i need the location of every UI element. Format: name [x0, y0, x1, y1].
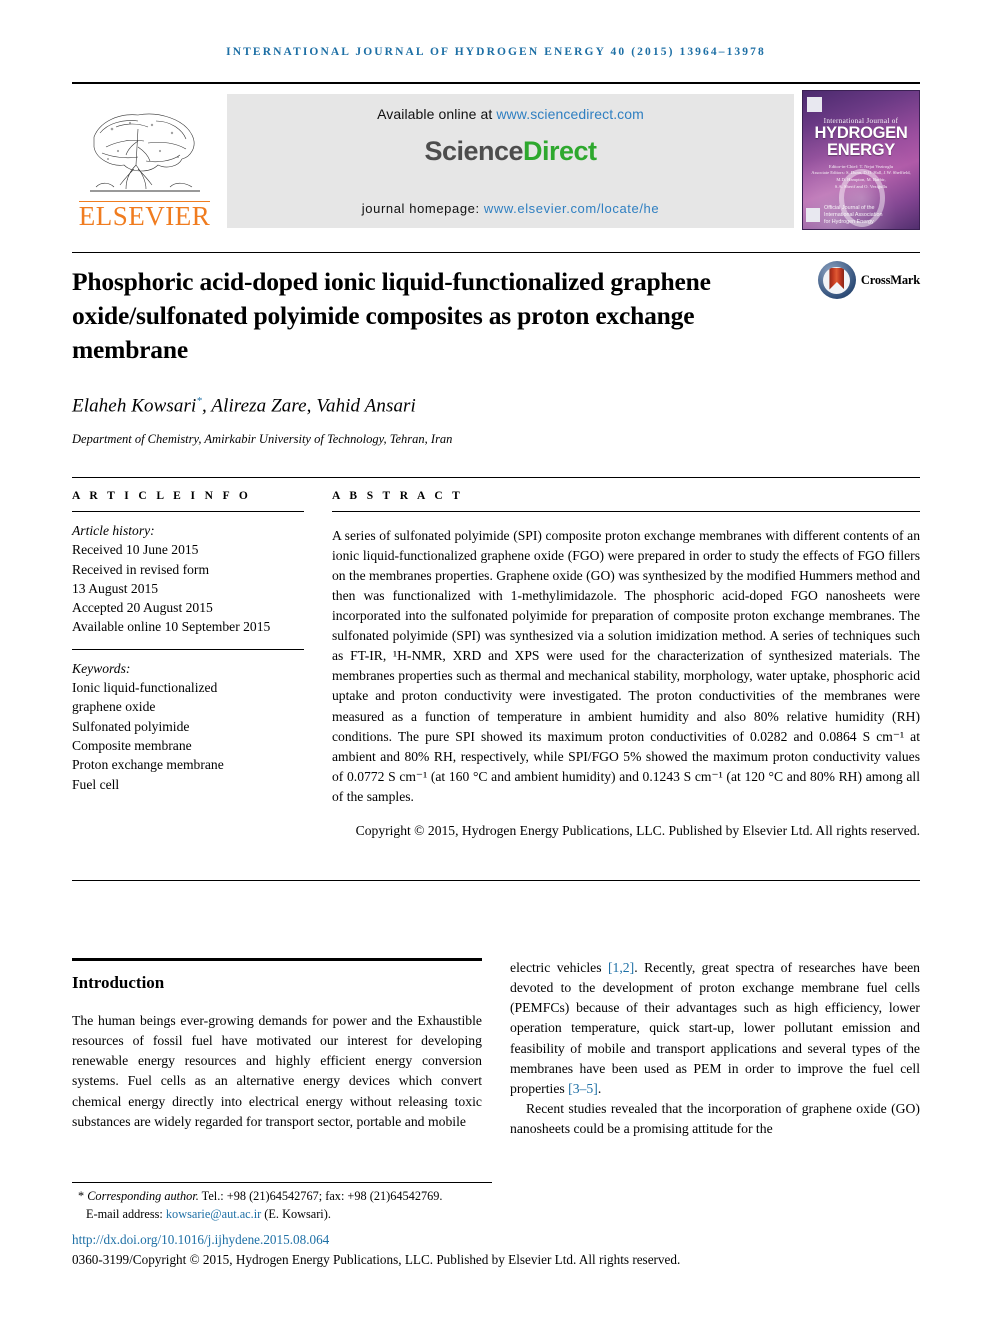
abstract-copyright: Copyright © 2015, Hydrogen Energy Public…	[355, 822, 920, 838]
email-line: E-mail address: kowsarie@aut.ac.ir (E. K…	[72, 1206, 492, 1224]
abstract-label: A B S T R A C T	[332, 490, 464, 502]
abstract-column: A B S T R A C T A series of sulfonated p…	[332, 490, 920, 854]
running-head: International Journal of Hydrogen Energy…	[226, 46, 766, 58]
history-item: Available online 10 September 2015	[72, 619, 271, 635]
elsevier-logo: ELSEVIER	[72, 84, 217, 234]
cover-journal-prefix: International Journal of	[823, 117, 899, 125]
sciencedirect-banner: Available online at www.sciencedirect.co…	[227, 94, 794, 228]
keywords-block: Keywords: Ionic liquid-functionalized gr…	[72, 659, 304, 794]
body-column-right: electric vehicles [1,2]. Recently, great…	[510, 958, 920, 1139]
introduction-paragraph-2: Recent studies revealed that the incorpo…	[510, 1100, 920, 1137]
introduction-heading: Introduction	[72, 973, 165, 992]
info-abstract-columns: A R T I C L E I N F O Article history: R…	[72, 477, 920, 854]
keyword-item: Ionic liquid-functionalized	[72, 680, 218, 696]
abstract-bottom-rule	[72, 880, 920, 881]
corresponding-author-line: * Corresponding author. Tel.: +98 (21)64…	[72, 1188, 492, 1206]
cover-top-bar	[806, 94, 916, 114]
email-suffix: (E. Kowsari).	[261, 1206, 331, 1221]
article-title: Phosphoric acid-doped ionic liquid-funct…	[72, 267, 711, 364]
email-label: E-mail address:	[86, 1206, 166, 1221]
article-history-block: Article history: Received 10 June 2015 R…	[72, 521, 304, 637]
body-columns: Introduction The human beings ever-growi…	[72, 958, 920, 1139]
journal-homepage-label: journal homepage:	[361, 201, 484, 216]
author-corresponding: Elaheh Kowsari	[72, 395, 197, 417]
elsevier-wordmark: ELSEVIER	[78, 201, 211, 231]
email-link[interactable]: kowsarie@aut.ac.ir	[166, 1207, 261, 1221]
cover-iahe-mark-icon	[806, 208, 820, 223]
keyword-item: Composite membrane	[72, 737, 192, 753]
crossmark-badge[interactable]: CrossMark	[817, 261, 920, 299]
elsevier-tree-icon	[89, 113, 200, 192]
keyword-item: Proton exchange membrane	[72, 757, 224, 773]
available-online-line: Available online at www.sciencedirect.co…	[377, 106, 644, 122]
cover-elsevier-mark-icon	[807, 96, 822, 112]
crossmark-icon	[817, 261, 856, 299]
sciencedirect-logo-science: Science	[424, 136, 524, 166]
crossmark-ribbon-icon	[829, 267, 845, 290]
crossmark-label: CrossMark	[860, 272, 920, 287]
sciencedirect-logo-direct: Direct	[523, 136, 597, 166]
cover-footer-text: Official Journal of the International As…	[824, 204, 883, 225]
cover-journal-title-2: ENERGY	[827, 140, 895, 159]
history-item: Accepted 20 August 2015	[72, 600, 213, 616]
intro-text-b: . Recently, great spectra of researches …	[510, 960, 921, 1096]
cover-journal-title-1: HYDROGEN	[814, 124, 908, 142]
issn-copyright-line: 0360-3199/Copyright © 2015, Hydrogen Ene…	[72, 1252, 681, 1267]
doi-link[interactable]: http://dx.doi.org/10.1016/j.ijhydene.201…	[72, 1232, 329, 1248]
article-history-label: Article history:	[72, 523, 155, 538]
author-list: Elaheh Kowsari*, Alireza Zare, Vahid Ans…	[72, 395, 920, 417]
masthead: ELSEVIER Available online at www.science…	[72, 82, 920, 234]
intro-text-a: electric vehicles	[510, 960, 608, 975]
introduction-paragraph-left: The human beings ever-growing demands fo…	[72, 1013, 482, 1129]
crossmark-icon-inner	[823, 266, 851, 294]
corresponding-author-footnote: * Corresponding author. Tel.: +98 (21)64…	[72, 1182, 492, 1224]
keyword-item: graphene oxide	[72, 699, 156, 715]
available-online-text: Available online at	[377, 106, 497, 122]
body-column-left: Introduction The human beings ever-growi…	[72, 958, 482, 1139]
sciencedirect-logo[interactable]: ScienceDirect	[424, 136, 597, 167]
introduction-paragraph-right: electric vehicles [1,2]. Recently, great…	[510, 958, 920, 1099]
history-item: Received in revised form	[72, 561, 210, 577]
article-info-rule	[72, 511, 304, 512]
author-others: , Alireza Zare, Vahid Ansari	[202, 395, 416, 417]
history-item: Received 10 June 2015	[72, 542, 199, 558]
journal-article-page: International Journal of Hydrogen Energy…	[0, 0, 992, 1323]
affiliation: Department of Chemistry, Amirkabir Unive…	[72, 432, 453, 446]
keywords-rule	[72, 648, 304, 650]
journal-homepage-link[interactable]: www.elsevier.com/locate/he	[484, 201, 659, 216]
keyword-list: Ionic liquid-functionalized graphene oxi…	[72, 678, 304, 794]
article-info-label: A R T I C L E I N F O	[72, 490, 252, 502]
sciencedirect-url-link[interactable]: www.sciencedirect.com	[496, 106, 644, 122]
citation-ref-2[interactable]: [3–5]	[568, 1081, 598, 1096]
abstract-text: A series of sulfonated polyimide (SPI) c…	[332, 527, 920, 805]
keyword-item: Fuel cell	[72, 776, 120, 792]
journal-homepage-line: journal homepage: www.elsevier.com/locat…	[227, 201, 794, 216]
corresponding-author-label: Corresponding author.	[84, 1189, 199, 1203]
cover-editor-lines: Editor-in-Chief: T. Nejat Veziroglu Asso…	[811, 163, 911, 189]
article-info-column: A R T I C L E I N F O Article history: R…	[72, 490, 304, 854]
title-section: Phosphoric acid-doped ionic liquid-funct…	[72, 252, 920, 367]
citation-ref-1[interactable]: [1,2]	[608, 960, 634, 975]
keyword-item: Sulfonated polyimide	[72, 718, 190, 734]
section-top-rule	[72, 958, 482, 961]
abstract-rule	[332, 511, 920, 512]
cover-footer: Official Journal of the International As…	[806, 205, 916, 226]
corresponding-author-contact: Tel.: +98 (21)64542767; fax: +98 (21)645…	[198, 1189, 443, 1203]
cover-title-block: International Journal of HYDROGEN ENERGY…	[803, 117, 919, 190]
history-item: 13 August 2015	[72, 580, 159, 596]
journal-cover-thumbnail[interactable]: International Journal of HYDROGEN ENERGY…	[802, 90, 920, 230]
keywords-label: Keywords:	[72, 660, 131, 676]
intro-text-c: .	[597, 1080, 602, 1096]
